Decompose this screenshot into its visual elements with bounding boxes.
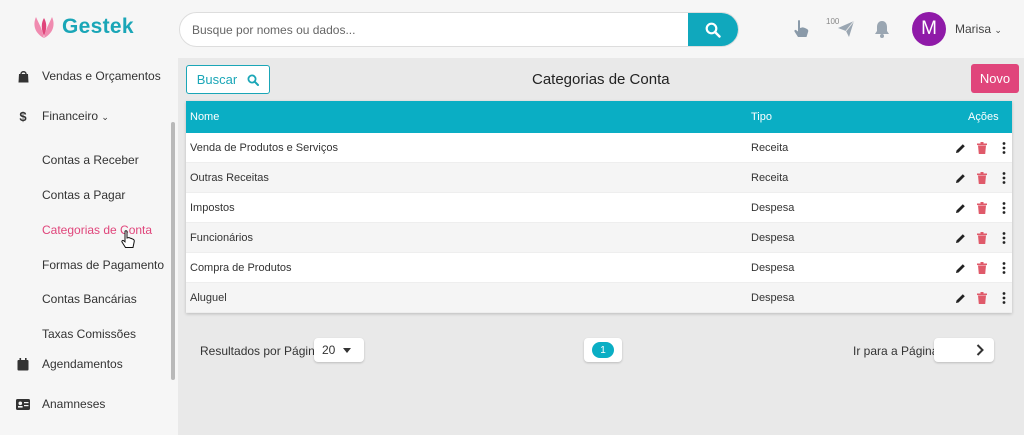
column-header-nome[interactable]: Nome: [190, 111, 219, 123]
table-header: Nome Tipo Ações: [186, 101, 1012, 133]
chevron-down-icon: ⌄: [994, 25, 1002, 35]
paper-plane-icon[interactable]: [835, 18, 857, 40]
table-row: Venda de Produtos e Serviços Receita: [186, 133, 1012, 163]
buscar-label: Buscar: [196, 72, 238, 87]
cell-nome: Compra de Produtos: [190, 262, 292, 274]
edit-pencil-icon[interactable]: [954, 201, 966, 215]
cell-tipo: Despesa: [751, 232, 795, 244]
cell-nome: Outras Receitas: [190, 172, 269, 184]
chevron-right-icon[interactable]: [976, 344, 984, 356]
avatar[interactable]: M: [912, 12, 946, 46]
more-options-icon[interactable]: [998, 141, 1010, 155]
page-button-1[interactable]: 1: [592, 342, 614, 358]
hand-cursor-icon: [121, 230, 135, 248]
calendar-icon: [16, 357, 30, 371]
table-row: Impostos Despesa: [186, 193, 1012, 223]
cell-tipo: Receita: [751, 142, 789, 154]
results-per-page-value: 20: [322, 343, 336, 357]
toolbar: Buscar Categorias de Conta Novo: [186, 64, 1019, 100]
search-icon: [247, 74, 260, 86]
sidebar-item-label: Agendamentos: [42, 357, 123, 371]
more-options-icon[interactable]: [998, 291, 1010, 305]
sidebar-item-taxas-comissoes[interactable]: Taxas Comissões: [42, 327, 136, 341]
delete-trash-icon[interactable]: [976, 171, 988, 185]
row-actions: [954, 231, 1010, 245]
table-row: Aluguel Despesa: [186, 283, 1012, 313]
cell-nome: Impostos: [190, 202, 235, 214]
results-per-page-label: Resultados por Página: [200, 344, 322, 358]
sidebar-item-formas-pagamento[interactable]: Formas de Pagamento: [42, 258, 164, 272]
edit-pencil-icon[interactable]: [954, 231, 966, 245]
results-per-page-select[interactable]: 20: [314, 338, 364, 362]
sidebar-scrollbar[interactable]: [171, 122, 175, 380]
sidebar-item-label: Financeiro: [42, 109, 99, 123]
cell-tipo: Despesa: [751, 292, 795, 304]
sidebar-item-label: Anamneses: [42, 397, 106, 411]
sidebar-item-contas-pagar[interactable]: Contas a Pagar: [42, 188, 125, 202]
more-options-icon[interactable]: [998, 231, 1010, 245]
more-options-icon[interactable]: [998, 201, 1010, 215]
goto-page-input[interactable]: [934, 338, 994, 362]
table-body: Venda de Produtos e Serviços Receita Outra…: [186, 133, 1012, 313]
goto-page-label: Ir para a Página: [853, 344, 939, 358]
edit-pencil-icon[interactable]: [954, 171, 966, 185]
table-row: Funcionários Despesa: [186, 223, 1012, 253]
shopping-bag-icon: [16, 69, 30, 83]
user-name: Marisa: [955, 22, 992, 36]
delete-trash-icon[interactable]: [976, 261, 988, 275]
search-icon: [705, 22, 721, 38]
main-content: Buscar Categorias de Conta Novo Nome Tip…: [178, 58, 1024, 435]
dollar-icon: $: [19, 108, 27, 124]
bell-icon[interactable]: [871, 18, 893, 40]
cell-tipo: Receita: [751, 172, 789, 184]
cell-nome: Funcionários: [190, 232, 253, 244]
more-options-icon[interactable]: [998, 261, 1010, 275]
user-menu[interactable]: Marisa ⌄: [955, 22, 1002, 36]
table-row: Compra de Produtos Despesa: [186, 253, 1012, 283]
top-header: Gestek 100 M Marisa ⌄: [0, 0, 1024, 58]
delete-trash-icon[interactable]: [976, 201, 988, 215]
cell-nome: Aluguel: [190, 292, 227, 304]
buscar-button[interactable]: Buscar: [186, 65, 270, 94]
categories-table: Nome Tipo Ações Venda de Produtos e Serv…: [186, 101, 1012, 313]
id-card-icon: [16, 397, 30, 411]
search-bar: [179, 12, 739, 47]
search-button[interactable]: [688, 13, 738, 46]
delete-trash-icon[interactable]: [976, 291, 988, 305]
cell-tipo: Despesa: [751, 262, 795, 274]
column-header-acoes: Ações: [968, 111, 999, 123]
logo[interactable]: Gestek: [30, 14, 134, 40]
column-header-tipo[interactable]: Tipo: [751, 111, 772, 123]
pagination: 1: [584, 338, 622, 362]
sidebar-item-contas-bancarias[interactable]: Contas Bancárias: [42, 292, 137, 306]
more-options-icon[interactable]: [998, 171, 1010, 185]
edit-pencil-icon[interactable]: [954, 261, 966, 275]
page-title: Categorias de Conta: [532, 71, 670, 88]
sidebar-item-contas-receber[interactable]: Contas a Receber: [42, 153, 139, 167]
chevron-down-icon: ⌄: [101, 112, 109, 122]
row-actions: [954, 141, 1010, 155]
edit-pencil-icon[interactable]: [954, 141, 966, 155]
app-name: Gestek: [62, 15, 134, 38]
pagination-bar: Resultados por Página 20 1 Ir para a Pág…: [186, 335, 1012, 367]
delete-trash-icon[interactable]: [976, 141, 988, 155]
edit-pencil-icon[interactable]: [954, 291, 966, 305]
novo-button[interactable]: Novo: [971, 64, 1019, 93]
row-actions: [954, 171, 1010, 185]
row-actions: [954, 261, 1010, 275]
cell-nome: Venda de Produtos e Serviços: [190, 142, 338, 154]
delete-trash-icon[interactable]: [976, 231, 988, 245]
table-row: Outras Receitas Receita: [186, 163, 1012, 193]
lotus-icon: [34, 17, 54, 38]
cell-tipo: Despesa: [751, 202, 795, 214]
search-input[interactable]: [180, 13, 688, 46]
sidebar-item-label: Vendas e Orçamentos: [42, 69, 161, 83]
row-actions: [954, 291, 1010, 305]
hand-pointer-icon[interactable]: [790, 18, 812, 40]
caret-down-icon: [343, 347, 352, 353]
row-actions: [954, 201, 1010, 215]
sidebar: Vendas e Orçamentos $ Financeiro ⌄ Conta…: [0, 58, 178, 435]
